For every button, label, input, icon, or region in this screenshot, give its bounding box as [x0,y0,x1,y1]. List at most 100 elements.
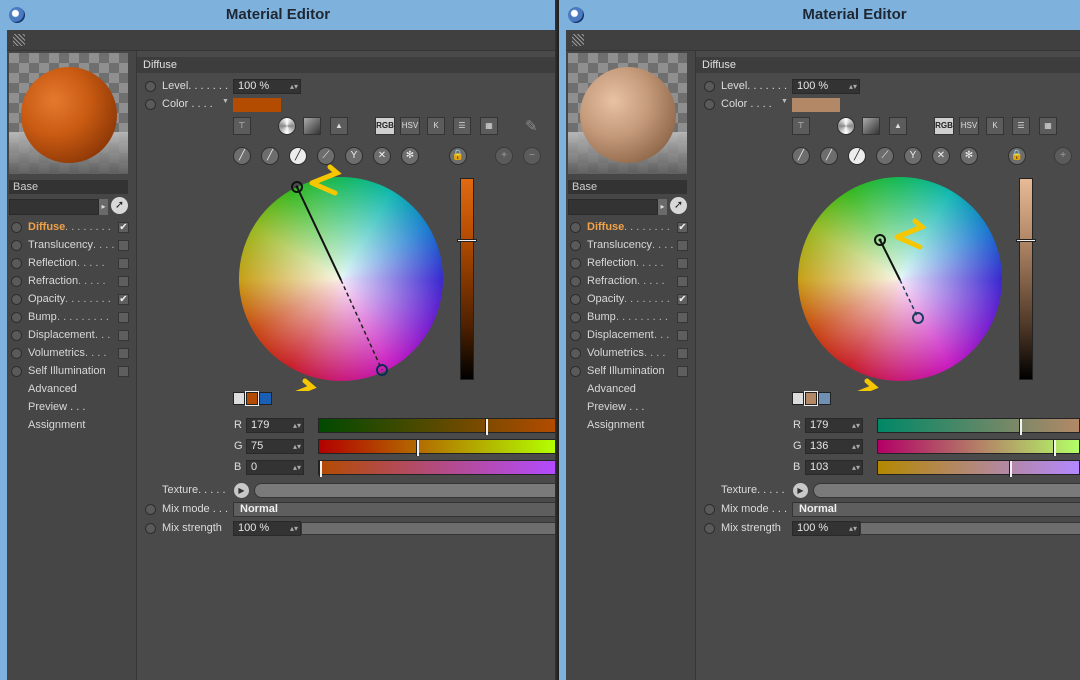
harmony-triad-icon[interactable]: Y [345,147,363,165]
mixstrength-field[interactable]: 100 % ▴▾ [792,521,860,536]
kelvin-mode-button[interactable]: K [986,117,1004,135]
color-picker-icon[interactable]: ⊤ [792,117,810,135]
channel-opacity[interactable]: Opacity . . . . . . . . ✔ [570,292,692,308]
harmony-single-icon[interactable]: ╱ [233,147,251,165]
sliders-mode-icon[interactable]: ☰ [453,117,471,135]
base-header[interactable]: Base [568,180,687,194]
color-radio[interactable] [145,99,156,110]
texture-play-icon[interactable]: ▶ [234,483,249,498]
channel-diffuse[interactable]: Diffuse . . . . . . . . ✔ [570,220,692,236]
texture-play-icon[interactable]: ▶ [793,483,808,498]
green-marker[interactable] [415,440,419,456]
channel-search-field[interactable] [9,199,99,215]
color-wheel[interactable] [239,177,443,381]
channel-radio[interactable] [570,222,581,233]
mixstrength-slider[interactable] [301,522,556,535]
extra-item[interactable]: Preview . . . [11,400,133,416]
harmony-split-icon[interactable]: ⟋ [317,147,335,165]
hsv-mode-button[interactable]: HSV [959,117,979,135]
channel-self-illumination[interactable]: Self Illumination [570,364,692,380]
channel-radio[interactable] [11,276,22,287]
material-preview[interactable] [568,53,687,174]
channel-displacement[interactable]: Displacement . . . [11,328,133,344]
color-swatch[interactable] [792,98,840,112]
channel-refraction[interactable]: Refraction . . . . . [11,274,133,290]
harmony-triad-icon[interactable]: Y [904,147,922,165]
harmony-tetrad-icon[interactable]: ✕ [373,147,391,165]
blue-field[interactable]: 0 ▴▾ [246,460,304,475]
spectrum-mode-icon[interactable] [862,117,880,135]
channel-radio[interactable] [570,366,581,377]
green-gradient[interactable] [318,439,556,456]
blue-gradient[interactable] [877,460,1080,477]
sliders-mode-icon[interactable]: ☰ [1012,117,1030,135]
channel-displacement[interactable]: Displacement . . . [570,328,692,344]
channel-checkbox[interactable] [118,348,129,359]
red-field[interactable]: 179 ▴▾ [805,418,863,433]
palette-swatch-base[interactable] [245,391,259,406]
material-preview[interactable] [9,53,128,174]
swatches-mode-icon[interactable]: ▦ [1039,117,1057,135]
level-radio[interactable] [145,81,156,92]
channel-checkbox[interactable]: ✔ [118,294,129,305]
harmony-analog-icon[interactable]: ╱ [820,147,838,165]
channel-volumetrics[interactable]: Volumetrics . . . . [11,346,133,362]
red-gradient[interactable] [318,418,556,435]
channel-translucency[interactable]: Translucency . . . . [11,238,133,254]
harmony-single-icon[interactable]: ╱ [792,147,810,165]
red-gradient[interactable] [877,418,1080,435]
channel-radio[interactable] [570,330,581,341]
channel-radio[interactable] [11,330,22,341]
channel-radio[interactable] [570,348,581,359]
lock-icon[interactable]: 🔒 [1008,147,1026,165]
color-expand-icon[interactable]: ▼ [222,98,229,105]
extra-item[interactable]: Advanced [11,382,133,398]
channel-checkbox[interactable] [677,330,688,341]
kelvin-mode-button[interactable]: K [427,117,445,135]
harmony-split-icon[interactable]: ⟋ [876,147,894,165]
extra-item[interactable]: Advanced [570,382,692,398]
channel-checkbox[interactable] [118,258,129,269]
channel-radio[interactable] [570,258,581,269]
base-header[interactable]: Base [9,180,128,194]
channel-checkbox[interactable] [118,330,129,341]
color-radio[interactable] [704,99,715,110]
texture-field[interactable] [254,483,556,498]
harmony-analog-icon[interactable]: ╱ [261,147,279,165]
swatches-mode-icon[interactable]: ▦ [480,117,498,135]
red-marker[interactable] [484,419,488,435]
mixstrength-field[interactable]: 100 % ▴▾ [233,521,301,536]
channel-radio[interactable] [570,312,581,323]
texture-field[interactable] [813,483,1080,498]
palette-swatch-complement[interactable] [259,392,272,405]
blue-field[interactable]: 103 ▴▾ [805,460,863,475]
channel-checkbox[interactable] [677,258,688,269]
channel-checkbox[interactable] [677,240,688,251]
grip-icon[interactable] [572,34,584,46]
palette-swatch-complement[interactable] [818,392,831,405]
brightness-slider[interactable] [457,178,477,380]
palette-swatch-white[interactable] [792,392,804,405]
channel-self-illumination[interactable]: Self Illumination [11,364,133,380]
channel-checkbox[interactable]: ✔ [677,222,688,233]
rgb-mode-button[interactable]: RGB [934,117,954,135]
channel-translucency[interactable]: Translucency . . . . [570,238,692,254]
extra-item[interactable]: Preview . . . [570,400,692,416]
harmony-complement-icon[interactable]: ╱ [289,147,307,165]
color-picker-icon[interactable]: ⊤ [233,117,251,135]
channel-diffuse[interactable]: Diffuse . . . . . . . . ✔ [11,220,133,236]
level-field[interactable]: 100 % ▴▾ [233,79,301,94]
grip-icon[interactable] [13,34,25,46]
level-field[interactable]: 100 % ▴▾ [792,79,860,94]
channel-checkbox[interactable] [677,312,688,323]
channel-refraction[interactable]: Refraction . . . . . [570,274,692,290]
pointer-icon[interactable]: ➚ [111,197,128,214]
eyedropper-icon[interactable]: ✎ [525,117,538,135]
pointer-icon[interactable]: ➚ [670,197,687,214]
mixmode-dropdown[interactable]: Normal [792,502,1080,517]
channel-bump[interactable]: Bump . . . . . . . . . [570,310,692,326]
color-wheel-mode-icon[interactable] [278,117,296,135]
mixmode-radio[interactable] [704,504,715,515]
channel-checkbox[interactable] [118,240,129,251]
color-wheel[interactable] [798,177,1002,381]
